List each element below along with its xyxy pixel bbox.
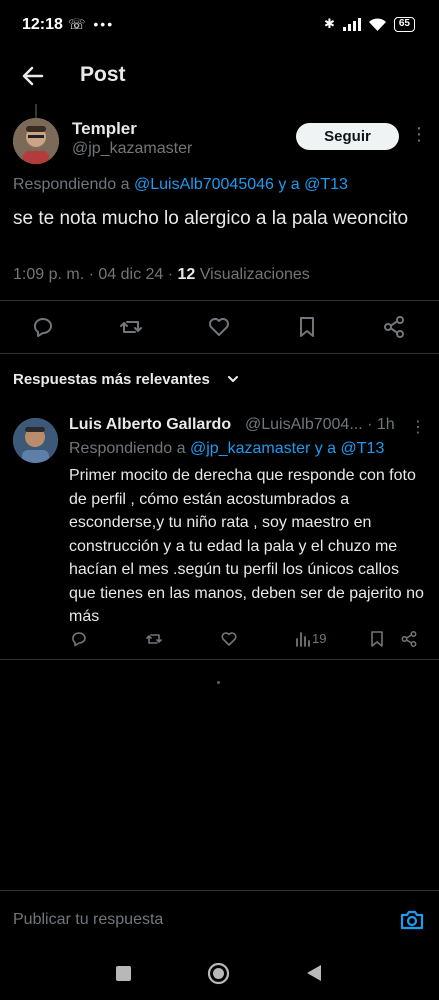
views-icon[interactable] [294, 630, 312, 648]
reply-author-name[interactable]: Luis Alberto Gallardo [69, 416, 231, 434]
status-icons: ✱ 65 [324, 16, 415, 32]
share-icon[interactable] [381, 314, 407, 340]
repost-icon[interactable] [118, 314, 144, 340]
battery-indicator: 65 [393, 16, 415, 32]
replying-prefix: Respondiendo a [13, 176, 130, 193]
thread-line [35, 104, 37, 118]
repost-icon[interactable] [145, 630, 163, 648]
divider [0, 353, 439, 354]
like-icon[interactable] [206, 314, 232, 340]
bookmark-icon[interactable] [294, 314, 320, 340]
divider [0, 659, 439, 660]
camera-icon[interactable] [399, 907, 425, 933]
more-options-icon[interactable]: ⋮ [410, 124, 428, 145]
reply-icon[interactable] [70, 630, 88, 648]
views-label: Visualizaciones [195, 266, 310, 283]
follow-button[interactable]: Seguir [296, 123, 399, 150]
share-icon[interactable] [400, 630, 418, 648]
author-handle[interactable]: @jp_kazamaster [72, 140, 192, 158]
avatar[interactable] [13, 118, 59, 164]
back-arrow-icon[interactable] [18, 61, 48, 91]
notification-icons: ☏ ••• [68, 16, 115, 32]
author-name[interactable]: Templer [72, 119, 137, 139]
chevron-down-icon[interactable] [226, 372, 240, 386]
loading-dot [217, 681, 220, 684]
page-title: Post [80, 63, 126, 86]
top-bar: Post [0, 52, 439, 100]
post-meta: 1:09 p. m. · 04 dic 24 · 12 Visualizacio… [13, 266, 310, 284]
reply-actions [0, 628, 439, 650]
post-actions [0, 310, 439, 344]
views-count: 12 [177, 266, 196, 283]
back-button[interactable] [305, 963, 323, 983]
reply-input[interactable]: Publicar tu respuesta [13, 911, 163, 929]
post-text: se te nota mucho lo alergico a la pala w… [13, 208, 409, 229]
reply-author-handle[interactable]: @LuisAlb7004... · 1h [245, 416, 395, 434]
replying-to: Respondiendo a @LuisAlb70045046 y a @T13 [13, 176, 348, 194]
reply-replying-prefix: Respondiendo a [69, 440, 186, 457]
reply-replying-to: Respondiendo a @jp_kazamaster y a @T13 [69, 440, 384, 458]
status-bar: 12:18 ☏ ••• ✱ 65 [0, 0, 439, 52]
home-button[interactable] [207, 962, 230, 985]
reply-composer: Publicar tu respuesta [0, 890, 439, 950]
recents-button[interactable] [116, 966, 131, 981]
reply-replying-links[interactable]: @jp_kazamaster y a @T13 [190, 440, 384, 457]
like-icon[interactable] [220, 630, 238, 648]
avatar[interactable] [13, 418, 58, 463]
signal-icon [342, 17, 361, 31]
system-nav-bar [0, 950, 439, 1000]
wifi-icon [368, 17, 386, 31]
bluetooth-icon: ✱ [323, 16, 335, 31]
divider [0, 300, 439, 301]
replies-sort-label[interactable]: Respuestas más relevantes [13, 371, 210, 388]
post-timestamp: 1:09 p. m. · 04 dic 24 · [13, 266, 178, 283]
bookmark-icon[interactable] [368, 630, 386, 648]
replying-links[interactable]: @LuisAlb70045046 y a @T13 [134, 176, 348, 193]
reply-icon[interactable] [30, 314, 56, 340]
reply-text: Primer mocito de derecha que responde co… [69, 467, 424, 625]
more-options-icon[interactable]: ⋮ [410, 417, 426, 437]
reply-views-count: 19 [312, 631, 327, 646]
status-time: 12:18 [22, 16, 63, 33]
